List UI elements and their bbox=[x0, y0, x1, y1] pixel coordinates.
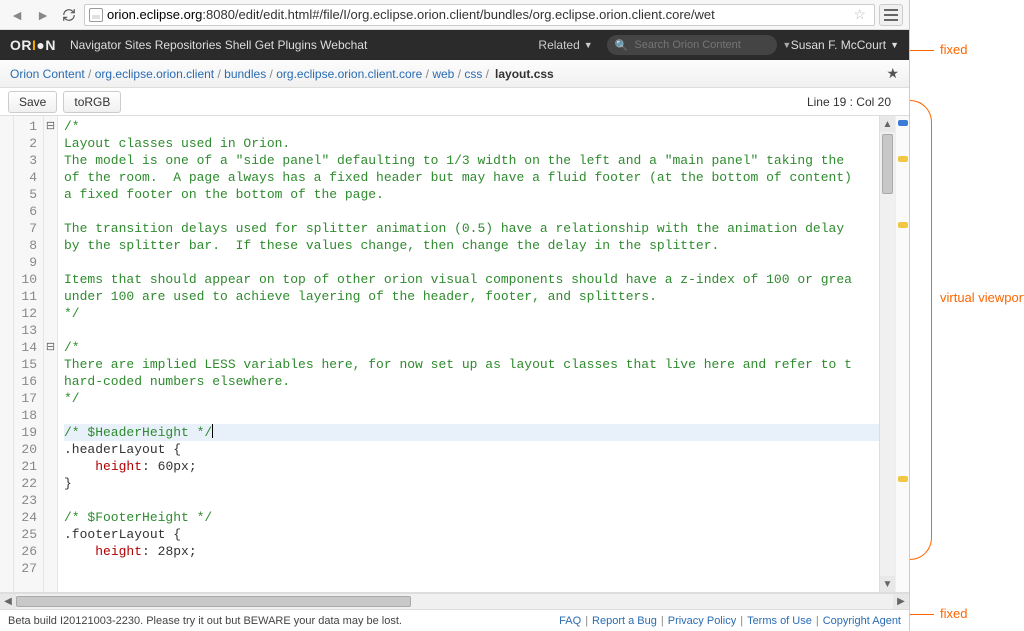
overview-ruler[interactable] bbox=[895, 116, 909, 592]
vertical-scrollbar[interactable]: ▲ ▼ bbox=[879, 116, 895, 592]
breadcrumb-link[interactable]: org.eclipse.orion.client bbox=[95, 67, 214, 81]
scroll-thumb[interactable] bbox=[16, 596, 411, 607]
build-label: Beta build I20121003-2230. Please try it… bbox=[8, 615, 402, 627]
reload-button[interactable] bbox=[58, 4, 80, 26]
torgb-button[interactable]: toRGB bbox=[63, 91, 121, 113]
scroll-thumb[interactable] bbox=[882, 134, 893, 194]
editor-area: 1234567891011121314151617181920212223242… bbox=[0, 116, 909, 593]
code-line[interactable]: /* $FooterHeight */ bbox=[64, 509, 879, 526]
breadcrumb-link[interactable]: Orion Content bbox=[10, 67, 85, 81]
code-editor[interactable]: /*Layout classes used in Orion.The model… bbox=[58, 116, 879, 592]
code-line[interactable]: /* bbox=[64, 339, 879, 356]
footer-link[interactable]: Privacy Policy bbox=[668, 615, 736, 627]
scroll-up-icon[interactable]: ▲ bbox=[880, 116, 895, 132]
code-line[interactable]: height: 28px; bbox=[64, 543, 879, 560]
nav-link[interactable]: Webchat bbox=[320, 38, 367, 52]
breadcrumb-link[interactable]: bundles bbox=[224, 67, 266, 81]
diagram-annotations: fixed virtual viewport fixed bbox=[910, 0, 1024, 631]
breadcrumb-link[interactable]: org.eclipse.orion.client.core bbox=[276, 67, 422, 81]
code-line[interactable]: under 100 are used to achieve layering o… bbox=[64, 288, 879, 305]
footer-link[interactable]: FAQ bbox=[559, 615, 581, 627]
back-button[interactable]: ◄ bbox=[6, 4, 28, 26]
page-icon bbox=[89, 8, 103, 22]
fold-toggle[interactable]: ⊟ bbox=[44, 339, 57, 356]
nav-link[interactable]: Sites bbox=[125, 38, 152, 52]
save-button[interactable]: Save bbox=[8, 91, 57, 113]
text-caret bbox=[212, 424, 213, 438]
code-line[interactable]: hard-coded numbers elsewhere. bbox=[64, 373, 879, 390]
app-shell: ◄ ► orion.eclipse.org:8080/edit/edit.htm… bbox=[0, 0, 910, 631]
user-menu[interactable]: Susan F. McCourt▼ bbox=[791, 38, 899, 52]
url-bar[interactable]: orion.eclipse.org:8080/edit/edit.html#/f… bbox=[84, 4, 875, 26]
orion-logo: ORI●N bbox=[10, 37, 56, 53]
code-line[interactable]: /* $HeaderHeight */ bbox=[64, 424, 879, 441]
search-input[interactable] bbox=[634, 39, 776, 51]
browser-menu-button[interactable] bbox=[879, 4, 903, 26]
breadcrumb-link[interactable]: web bbox=[432, 67, 454, 81]
overview-mark[interactable] bbox=[898, 222, 908, 228]
annotation-virtual-viewport: virtual viewport bbox=[940, 290, 1024, 305]
code-line[interactable]: } bbox=[64, 475, 879, 492]
forward-button[interactable]: ► bbox=[32, 4, 54, 26]
footer: Beta build I20121003-2230. Please try it… bbox=[0, 609, 909, 631]
code-line[interactable] bbox=[64, 560, 879, 577]
browser-toolbar: ◄ ► orion.eclipse.org:8080/edit/edit.htm… bbox=[0, 0, 909, 30]
overview-mark[interactable] bbox=[898, 476, 908, 482]
scroll-left-icon[interactable]: ◀ bbox=[0, 594, 16, 609]
code-line[interactable]: The transition delays used for splitter … bbox=[64, 220, 879, 237]
search-box[interactable]: 🔍 ▼ bbox=[607, 35, 777, 55]
orion-header: ORI●N Navigator Sites Repositories Shell… bbox=[0, 30, 909, 60]
code-line[interactable]: */ bbox=[64, 305, 879, 322]
code-line[interactable] bbox=[64, 254, 879, 271]
code-line[interactable] bbox=[64, 203, 879, 220]
code-line[interactable]: Layout classes used in Orion. bbox=[64, 135, 879, 152]
code-line[interactable]: Items that should appear on top of other… bbox=[64, 271, 879, 288]
code-line[interactable]: The model is one of a "side panel" defau… bbox=[64, 152, 879, 169]
breadcrumb-current: layout.css bbox=[495, 67, 554, 81]
url-text: orion.eclipse.org:8080/edit/edit.html#/f… bbox=[107, 7, 845, 22]
bookmark-star-icon[interactable]: ☆ bbox=[849, 6, 870, 23]
nav-link[interactable]: Repositories bbox=[155, 38, 222, 52]
nav-link[interactable]: Navigator bbox=[70, 38, 121, 52]
related-menu[interactable]: Related▼ bbox=[538, 38, 592, 52]
breadcrumb-link[interactable]: css bbox=[464, 67, 482, 81]
code-line[interactable] bbox=[64, 322, 879, 339]
scroll-right-icon[interactable]: ▶ bbox=[893, 594, 909, 609]
annotation-fixed: fixed bbox=[940, 42, 967, 57]
search-icon: 🔍 bbox=[615, 39, 629, 52]
code-line[interactable]: of the room. A page always has a fixed h… bbox=[64, 169, 879, 186]
code-line[interactable]: by the splitter bar. If these values cha… bbox=[64, 237, 879, 254]
cursor-position: Line 19 : Col 20 bbox=[807, 95, 901, 109]
line-gutter: 1234567891011121314151617181920212223242… bbox=[14, 116, 44, 592]
nav-link[interactable]: Shell bbox=[225, 38, 252, 52]
footer-link[interactable]: Report a Bug bbox=[592, 615, 657, 627]
code-line[interactable]: height: 60px; bbox=[64, 458, 879, 475]
code-line[interactable]: /* bbox=[64, 118, 879, 135]
code-line[interactable]: .footerLayout { bbox=[64, 526, 879, 543]
code-line[interactable]: There are implied LESS variables here, f… bbox=[64, 356, 879, 373]
overview-mark[interactable] bbox=[898, 156, 908, 162]
code-line[interactable]: .headerLayout { bbox=[64, 441, 879, 458]
nav-link[interactable]: Get Plugins bbox=[255, 38, 317, 52]
code-line[interactable] bbox=[64, 407, 879, 424]
editor-toolbar: Save toRGB Line 19 : Col 20 bbox=[0, 88, 909, 116]
favorite-button[interactable]: ★ bbox=[886, 65, 899, 82]
fold-toggle[interactable]: ⊟ bbox=[44, 118, 57, 135]
code-line[interactable]: */ bbox=[64, 390, 879, 407]
scroll-down-icon[interactable]: ▼ bbox=[880, 576, 895, 592]
reload-icon bbox=[62, 8, 76, 22]
overview-mark[interactable] bbox=[898, 120, 908, 126]
annotation-fixed: fixed bbox=[940, 606, 967, 621]
footer-link[interactable]: Copyright Agent bbox=[823, 615, 901, 627]
horizontal-scrollbar[interactable]: ◀ ▶ bbox=[0, 593, 909, 609]
fold-ruler[interactable]: ⊟⊟ bbox=[44, 116, 58, 592]
code-line[interactable]: a fixed footer on the bottom of the page… bbox=[64, 186, 879, 203]
breadcrumb-bar: Orion Content / org.eclipse.orion.client… bbox=[0, 60, 909, 88]
footer-link[interactable]: Terms of Use bbox=[747, 615, 812, 627]
code-line[interactable] bbox=[64, 492, 879, 509]
ruler-left bbox=[0, 116, 14, 592]
